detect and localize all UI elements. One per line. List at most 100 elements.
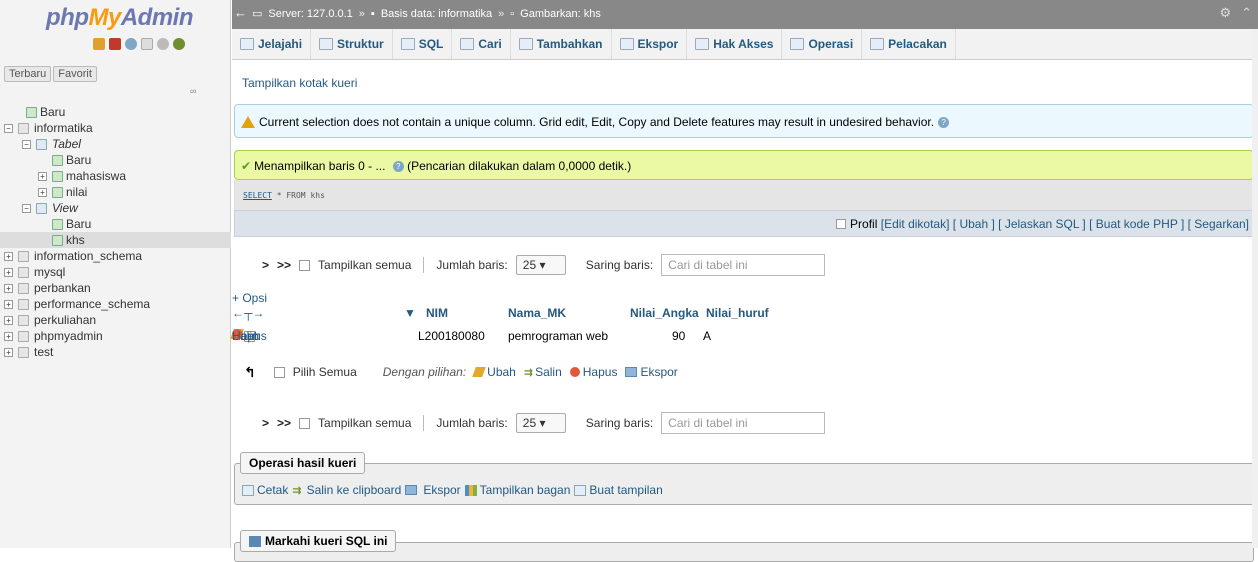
expand-icon[interactable]: + (4, 348, 13, 357)
tab-structure[interactable]: Struktur (311, 29, 393, 59)
tree-item-perkuliahan[interactable]: + perkuliahan (0, 312, 231, 328)
rows-select[interactable]: 25 ▾ (515, 255, 566, 275)
tree-item-mahasiswa[interactable]: + mahasiswa (0, 168, 231, 184)
export-link[interactable]: Ekspor (405, 483, 461, 497)
database-icon (18, 267, 29, 278)
create-php-code-link[interactable]: [ Buat kode PHP ] (1089, 217, 1184, 231)
tree-item-nilai[interactable]: + nilai (0, 184, 231, 200)
column-header-nilai-huruf[interactable]: Nilai_huruf (706, 306, 769, 320)
options-link[interactable]: + Opsi (232, 291, 267, 305)
expand-icon[interactable]: + (4, 300, 13, 309)
reload-icon[interactable] (173, 38, 185, 50)
bulk-edit-link[interactable]: Ubah (472, 365, 516, 379)
tab-export[interactable]: Ekspor (612, 29, 688, 59)
cell-nama-mk[interactable]: pemrograman web (508, 329, 608, 343)
scrollbar[interactable] (1252, 29, 1258, 548)
tree-item-khs[interactable]: khs (0, 232, 231, 248)
back-arrow-icon[interactable]: ← (234, 5, 247, 23)
tree-item-new-table[interactable]: Baru (0, 152, 231, 168)
tree-item-phpmyadmin[interactable]: + phpmyadmin (0, 328, 231, 344)
show-all-checkbox[interactable] (299, 259, 311, 271)
settings-icon[interactable] (157, 38, 169, 50)
breadcrumb-server[interactable]: Server: 127.0.0.1 (268, 8, 352, 20)
bookmark-legend[interactable]: Markahi kueri SQL ini (240, 530, 397, 552)
link-icon[interactable]: ∞ (190, 86, 196, 96)
bulk-copy-link[interactable]: ⇉ Salin (524, 365, 562, 379)
column-header-nilai-angka[interactable]: Nilai_Angka (630, 306, 699, 320)
show-query-box-link[interactable]: Tampilkan kotak kueri (242, 76, 357, 90)
tab-insert[interactable]: Tambahkan (511, 29, 612, 59)
recent-tab[interactable]: Terbaru (4, 66, 52, 82)
column-header-nim[interactable]: NIM (426, 306, 448, 320)
edit-sql-link[interactable]: [ Ubah ] (953, 217, 995, 231)
expand-icon[interactable]: + (4, 284, 13, 293)
collapse-icon[interactable]: − (22, 204, 31, 213)
tree-item-new-view[interactable]: Baru (0, 216, 231, 232)
copy-clipboard-link[interactable]: ⇉ Salin ke clipboard (292, 483, 401, 497)
check-all-label[interactable]: Pilih Semua (293, 365, 357, 379)
sql-keyword-link[interactable]: SELECT (243, 191, 272, 200)
tree-item-views[interactable]: − View (0, 200, 231, 216)
edit-inline-link[interactable]: [Edit dikotak] (881, 217, 950, 231)
bulk-export-link[interactable]: Ekspor (625, 365, 678, 379)
tab-sql[interactable]: SQL (393, 29, 453, 59)
last-page-button[interactable]: >> (277, 416, 291, 430)
tree-item-performance-schema[interactable]: + performance_schema (0, 296, 231, 312)
docs-icon[interactable] (141, 38, 153, 50)
expand-icon[interactable]: + (38, 172, 47, 181)
sort-icon[interactable]: ▼ (404, 306, 416, 320)
filter-rows-input[interactable]: Cari di tabel ini (661, 412, 826, 434)
next-page-button[interactable]: > (262, 416, 269, 430)
breadcrumb-view[interactable]: Gambarkan: khs (520, 8, 601, 20)
rows-select[interactable]: 25 ▾ (515, 413, 566, 433)
home-icon[interactable] (93, 38, 105, 50)
collapse-icon[interactable]: − (4, 124, 13, 133)
bookmark-icon (249, 535, 261, 547)
filter-rows-input[interactable]: Cari di tabel ini (661, 254, 826, 276)
expand-icon[interactable]: + (4, 332, 13, 341)
column-arrows[interactable]: ←┬→ (232, 306, 265, 320)
cell-nilai-angka[interactable]: 90 (672, 329, 685, 343)
tree-item-tables[interactable]: − Tabel (0, 136, 231, 152)
tab-privileges[interactable]: Hak Akses (687, 29, 783, 59)
tab-search[interactable]: Cari (452, 29, 511, 59)
help-icon[interactable]: ? (938, 117, 950, 129)
tree-item-information-schema[interactable]: + information_schema (0, 248, 231, 264)
logout-icon[interactable] (109, 38, 121, 50)
tab-operations[interactable]: Operasi (782, 29, 863, 59)
cell-nim[interactable]: L200180080 (418, 329, 485, 343)
expand-icon[interactable]: + (4, 268, 13, 277)
help-icon[interactable] (125, 38, 137, 50)
print-link[interactable]: Cetak (242, 483, 288, 497)
sql-actions: Profil [Edit dikotak] [ Ubah ] [ Jelaska… (234, 210, 1254, 237)
tab-tracking[interactable]: Pelacakan (862, 29, 956, 59)
expand-icon[interactable]: + (4, 316, 13, 325)
tree-item-mysql[interactable]: + mysql (0, 264, 231, 280)
phpmyadmin-logo[interactable]: phpMyAdmin (46, 4, 194, 32)
refresh-link[interactable]: [ Segarkan] (1188, 217, 1249, 231)
tree-item-test[interactable]: + test (0, 344, 231, 360)
next-page-button[interactable]: > (262, 258, 269, 272)
last-page-button[interactable]: >> (277, 258, 291, 272)
tree-item-new[interactable]: Baru (0, 104, 231, 120)
tree-item-perbankan[interactable]: + perbankan (0, 280, 231, 296)
expand-icon[interactable]: + (4, 252, 13, 261)
check-all-checkbox[interactable] (273, 366, 285, 378)
tree-item-informatika[interactable]: − informatika (0, 120, 231, 136)
collapse-icon[interactable]: − (22, 140, 31, 149)
show-all-checkbox[interactable] (299, 417, 311, 429)
cell-nilai-huruf[interactable]: A (703, 329, 711, 343)
column-header-nama-mk[interactable]: Nama_MK (508, 306, 566, 320)
breadcrumb-database[interactable]: Basis data: informatika (381, 8, 492, 20)
expand-icon[interactable]: + (38, 188, 47, 197)
display-chart-link[interactable]: Tampilkan bagan (464, 483, 570, 497)
profile-checkbox[interactable] (836, 219, 847, 229)
favorite-tab[interactable]: Favorit (53, 66, 97, 82)
help-icon[interactable]: ? (392, 161, 404, 173)
explain-sql-link[interactable]: [ Jelaskan SQL ] (998, 217, 1086, 231)
bulk-delete-link[interactable]: Hapus (569, 365, 617, 379)
tab-browse[interactable]: Jelajahi (232, 29, 312, 59)
collapse-top-icon[interactable]: ⌃ (1241, 5, 1252, 21)
create-view-link[interactable]: Buat tampilan (574, 483, 663, 497)
gear-icon[interactable]: ⚙ (1219, 5, 1231, 21)
